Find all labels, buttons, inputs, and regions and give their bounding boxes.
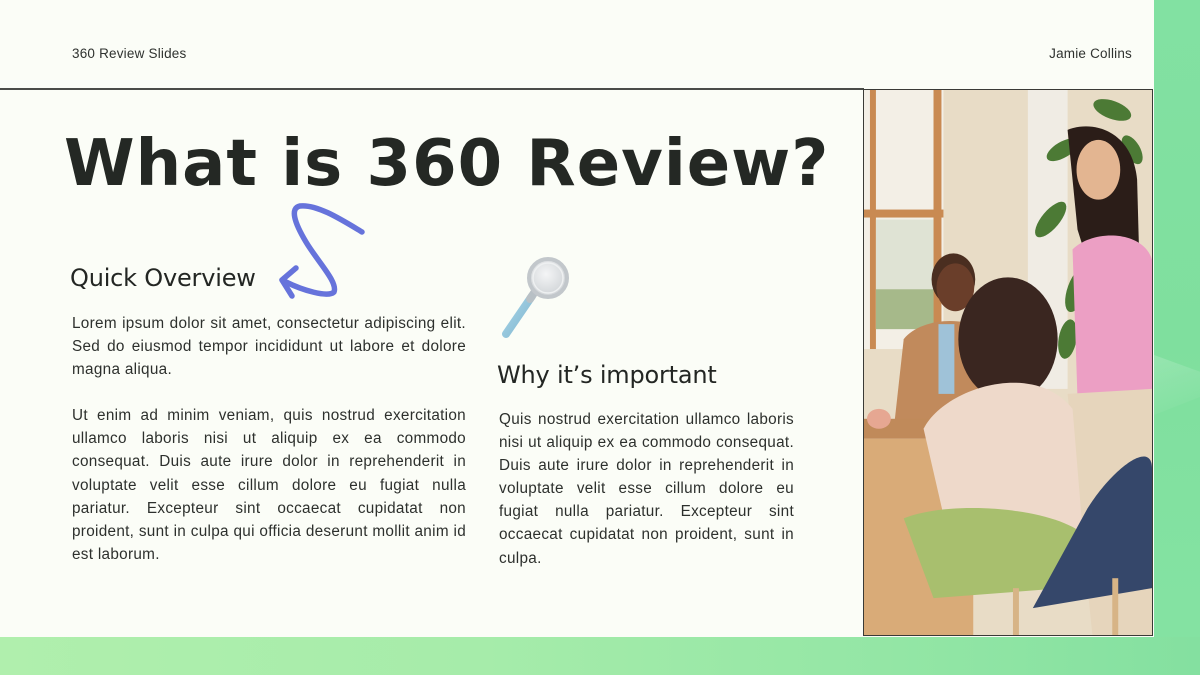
section-heading-why-important: Why it’s important xyxy=(497,361,717,389)
paragraph: Ut enim ad minim veniam, quis nostrud ex… xyxy=(72,407,466,563)
paragraph: Quis nostrud exercitation ullamco labori… xyxy=(499,411,794,567)
magnifying-glass-icon xyxy=(502,257,569,338)
paragraph: Lorem ipsum dolor sit amet, consectetur … xyxy=(72,315,466,379)
header-divider xyxy=(0,88,864,90)
section-heading-quick-overview: Quick Overview xyxy=(70,264,256,292)
decorative-facet xyxy=(1154,355,1200,415)
green-border-bottom xyxy=(0,637,1200,675)
quick-overview-body: Lorem ipsum dolor sit amet, consectetur … xyxy=(72,312,466,566)
why-important-body: Quis nostrud exercitation ullamco labori… xyxy=(499,408,794,570)
slide-title: What is 360 Review? xyxy=(64,127,830,201)
slide: 360 Review Slides Jamie Collins What is … xyxy=(0,0,1200,675)
green-border-right xyxy=(1154,0,1200,675)
author-name: Jamie Collins xyxy=(1049,46,1132,61)
deck-title: 360 Review Slides xyxy=(72,46,187,61)
team-meeting-photo xyxy=(863,89,1153,636)
squiggle-arrow-icon xyxy=(279,203,365,299)
photo-illustration xyxy=(864,90,1152,635)
